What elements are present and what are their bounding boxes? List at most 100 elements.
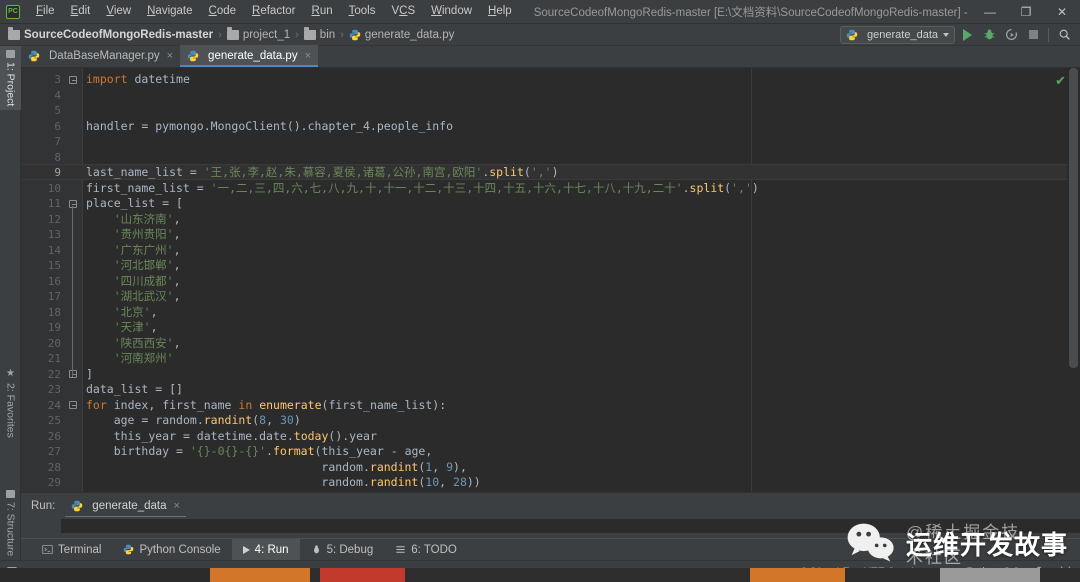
run-console-output[interactable] <box>61 519 1080 533</box>
menu-view[interactable]: View <box>98 3 139 21</box>
search-button[interactable] <box>1054 26 1074 44</box>
code-line[interactable] <box>83 103 1080 119</box>
breadcrumb-separator: › <box>218 28 222 41</box>
breadcrumb-project[interactable]: SourceCodeofMongoRedis-master <box>8 26 214 41</box>
editor-tab-bar: DataBaseManager.py × generate_data.py × <box>21 45 1080 68</box>
tab-generate-data[interactable]: generate_data.py × <box>180 45 319 67</box>
menu-edit[interactable]: Edit <box>63 3 99 21</box>
code-line[interactable]: '北京', <box>83 305 1080 321</box>
code-line[interactable]: '陕西西安', <box>83 336 1080 352</box>
taskbar-segment <box>320 568 405 582</box>
bottom-tab-todo[interactable]: 6: TODO <box>384 539 468 561</box>
line-number: 17 <box>47 290 61 303</box>
breadcrumb-bin[interactable]: bin <box>303 26 335 41</box>
code-line[interactable]: '湖北武汉', <box>83 289 1080 305</box>
menu-code[interactable]: Code <box>201 3 245 21</box>
sidebar-item-project[interactable]: 1: Project <box>0 46 21 111</box>
scrollbar-thumb[interactable] <box>1069 68 1078 368</box>
line-number: 16 <box>47 274 61 288</box>
bottom-tab-label: 4: Run <box>254 543 289 556</box>
code-line[interactable]: '广东广州', <box>83 243 1080 259</box>
run-button[interactable] <box>957 26 977 44</box>
code-line[interactable]: last_name_list = '王,张,李,赵,朱,慕容,夏侯,诸葛,公孙,… <box>83 165 1080 181</box>
breadcrumb-label: SourceCodeofMongoRedis-master <box>24 28 214 41</box>
code-line[interactable]: random.randint(10, 28)) <box>83 475 1080 491</box>
run-configuration-selector[interactable]: generate_data <box>840 25 955 44</box>
bottom-tab-terminal[interactable]: Terminal <box>31 539 112 561</box>
python-file-icon <box>28 50 40 62</box>
run-session-tab[interactable]: generate_data × <box>65 496 186 517</box>
code-line[interactable]: birthday = '{}-0{}-{}'.format(this_year … <box>83 444 1080 460</box>
sidebar-item-favorites[interactable]: ★ 2: Favorites <box>0 364 21 442</box>
fold-expand-icon[interactable] <box>67 398 79 414</box>
menu-file[interactable]: File <box>28 3 63 21</box>
minimize-button[interactable]: — <box>972 0 1008 24</box>
editor-scrollbar[interactable] <box>1067 68 1080 492</box>
fold-collapse-icon[interactable] <box>67 72 79 88</box>
code-line[interactable]: for index, first_name in enumerate(first… <box>83 398 1080 414</box>
taskbar-segment <box>750 568 845 582</box>
menu-refactor[interactable]: Refactor <box>244 3 303 21</box>
breadcrumb-project_1[interactable]: project_1 <box>226 26 290 41</box>
python-file-icon <box>187 50 199 62</box>
menu-tools[interactable]: Tools <box>341 3 384 21</box>
menu-vcs[interactable]: VCS <box>383 3 423 21</box>
tab-databasemanager[interactable]: DataBaseManager.py × <box>21 45 180 67</box>
python-icon <box>846 29 858 40</box>
inspection-status-icon[interactable]: ✔ <box>1055 73 1066 89</box>
code-line[interactable]: '天津', <box>83 320 1080 336</box>
code-line[interactable]: place_list = [ <box>83 196 1080 212</box>
breadcrumb-label: generate_data.py <box>364 28 455 41</box>
bottom-tab-debug[interactable]: 5: Debug <box>300 539 385 561</box>
code-line[interactable]: random.randint(1, 9), <box>83 460 1080 476</box>
run-tool-window: Run: generate_data × Terminal Python Con… <box>21 492 1080 561</box>
code-line[interactable]: '山东济南', <box>83 212 1080 228</box>
line-number: 20 <box>47 336 61 350</box>
sidebar-item-label: 7: Structure <box>4 501 17 556</box>
code-line[interactable]: '贵州贵阳', <box>83 227 1080 243</box>
breadcrumb-file[interactable]: generate_data.py <box>349 28 455 41</box>
code-line[interactable]: import datetime <box>83 72 1080 88</box>
code-line[interactable]: age = random.randint(8, 30) <box>83 413 1080 429</box>
line-number: 4 <box>54 88 61 102</box>
line-number: 27 <box>47 445 61 458</box>
window-title: SourceCodeofMongoRedis-master [E:\文档资料\S… <box>533 6 972 19</box>
close-icon[interactable]: × <box>167 50 173 62</box>
bottom-tab-run[interactable]: 4: Run <box>231 538 300 561</box>
coverage-icon <box>1005 28 1017 40</box>
debug-button[interactable] <box>979 26 999 44</box>
fold-collapse-icon[interactable] <box>67 367 79 383</box>
code-line[interactable]: handler = pymongo.MongoClient().chapter_… <box>83 119 1080 135</box>
code-line[interactable] <box>83 88 1080 104</box>
code-line[interactable]: this_year = datetime.date.today().year <box>83 429 1080 445</box>
close-icon[interactable]: × <box>305 50 311 62</box>
run-icon <box>962 28 972 41</box>
run-with-coverage-button[interactable] <box>1001 26 1021 44</box>
menu-help[interactable]: Help <box>480 3 520 21</box>
code-line[interactable]: '河南郑州' <box>83 351 1080 367</box>
code-line[interactable] <box>83 134 1080 150</box>
debug-icon <box>984 29 994 40</box>
bottom-tab-python-console[interactable]: Python Console <box>112 539 231 561</box>
fold-expand-icon[interactable] <box>67 196 79 212</box>
code-line[interactable]: '河北邯郸', <box>83 258 1080 274</box>
menu-run[interactable]: Run <box>304 3 341 21</box>
code-editor[interactable]: 3 import datetime 4 5 6 handler = pymongo.Mon… <box>21 68 1080 492</box>
close-icon[interactable]: × <box>173 500 179 512</box>
menu-window[interactable]: Window <box>423 3 480 21</box>
run-configuration-label: generate_data <box>867 28 938 41</box>
code-line[interactable]: first_name_list = '一,二,三,四,六,七,八,九,十,十一,… <box>83 181 1080 197</box>
editor-fold-column[interactable] <box>65 68 83 492</box>
code-line[interactable] <box>83 150 1080 166</box>
taskbar-segment <box>405 568 750 582</box>
sidebar-item-structure[interactable]: 7: Structure <box>0 486 21 560</box>
stop-button[interactable] <box>1023 26 1043 44</box>
close-button[interactable]: ✕ <box>1044 0 1080 24</box>
menu-navigate[interactable]: Navigate <box>139 3 200 21</box>
code-line[interactable]: '四川成都', <box>83 274 1080 290</box>
code-line[interactable]: ] <box>83 367 1080 383</box>
code-line[interactable]: data_list = [] <box>83 382 1080 398</box>
taskbar-segment <box>210 568 310 582</box>
os-taskbar <box>0 568 1080 582</box>
maximize-button[interactable]: ❐ <box>1008 0 1044 24</box>
